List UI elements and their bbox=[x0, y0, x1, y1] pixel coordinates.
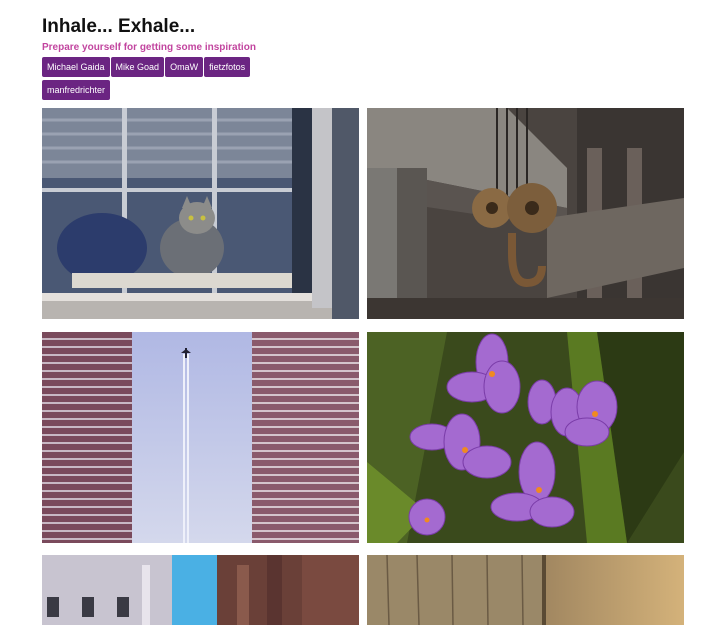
photographer-tags: Michael Gaida Mike Goad OmaW fietzfotos manf… bbox=[42, 57, 302, 103]
street-image bbox=[42, 555, 359, 625]
photo-street[interactable] bbox=[42, 555, 359, 625]
tag-omaw[interactable]: OmaW bbox=[165, 57, 204, 77]
photo-cat-window[interactable] bbox=[42, 108, 359, 319]
page: Inhale... Exhale... Prepare yourself for… bbox=[0, 0, 726, 625]
photo-airplane-walls[interactable] bbox=[42, 332, 359, 543]
tag-mike-goad[interactable]: Mike Goad bbox=[110, 57, 165, 77]
tag-fietzfotos[interactable]: fietzfotos bbox=[204, 57, 251, 77]
photo-crocus[interactable] bbox=[367, 332, 684, 543]
crocus-image bbox=[367, 332, 684, 543]
cat-window-image bbox=[42, 108, 359, 319]
photo-crane-hook[interactable] bbox=[367, 108, 684, 319]
tag-michael-gaida[interactable]: Michael Gaida bbox=[42, 57, 110, 77]
wooden-pole-image bbox=[367, 555, 684, 625]
airplane-walls-image bbox=[42, 332, 359, 543]
page-header: Inhale... Exhale... Prepare yourself for… bbox=[42, 16, 256, 54]
photo-wooden-pole[interactable] bbox=[367, 555, 684, 625]
page-subtitle: Prepare yourself for getting some inspir… bbox=[42, 42, 256, 53]
page-title: Inhale... Exhale... bbox=[42, 16, 196, 37]
crane-hook-image bbox=[367, 108, 684, 319]
tag-manfredrichter[interactable]: manfredrichter bbox=[42, 80, 111, 100]
